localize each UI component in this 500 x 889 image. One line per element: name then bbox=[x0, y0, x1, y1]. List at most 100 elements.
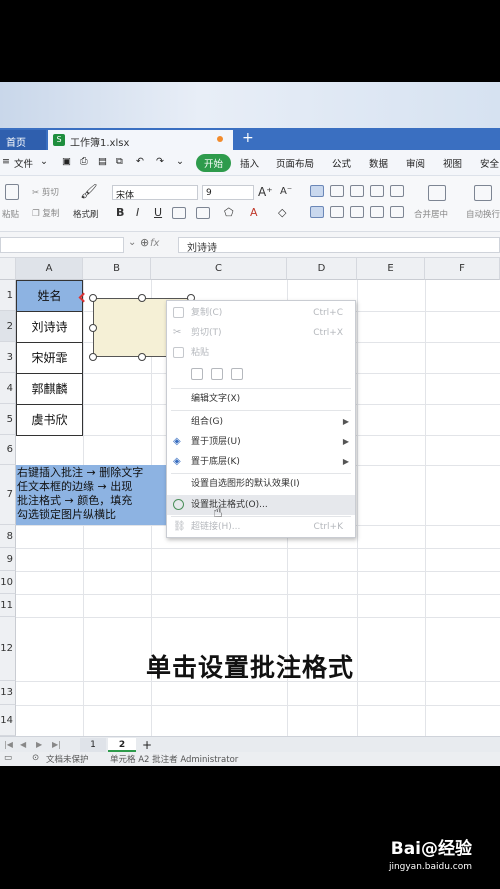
row-header-6[interactable]: 6 bbox=[0, 435, 16, 465]
underline-icon[interactable]: U bbox=[154, 206, 162, 219]
menu-view[interactable]: 视图 bbox=[443, 156, 462, 170]
row-header-11[interactable]: 11 bbox=[0, 594, 16, 617]
menu-start[interactable]: 开始 bbox=[196, 154, 232, 172]
prev-sheet-icon[interactable]: ◀ bbox=[20, 738, 26, 752]
align-top-right-icon[interactable] bbox=[350, 185, 364, 197]
ctx-cut[interactable]: ✂ 剪切(T) Ctrl+X bbox=[167, 323, 355, 343]
align-top-left-icon[interactable] bbox=[310, 185, 324, 197]
row-header-3[interactable]: 3 bbox=[0, 342, 16, 373]
align-center-icon[interactable] bbox=[330, 206, 344, 218]
ctx-copy[interactable]: 复制(C) Ctrl+C bbox=[167, 303, 355, 323]
eraser-icon[interactable]: ◇ bbox=[278, 206, 286, 219]
export-icon[interactable]: ⧉ bbox=[116, 156, 123, 167]
resize-handle[interactable] bbox=[138, 353, 146, 361]
ctx-bring-to-front[interactable]: ◈ 置于顶层(U) ▶ bbox=[167, 432, 355, 452]
ctx-send-to-back[interactable]: ◈ 置于底层(K) ▶ bbox=[167, 452, 355, 472]
paste-option-icon[interactable] bbox=[231, 368, 243, 380]
hamburger-icon[interactable]: ≡ bbox=[2, 156, 10, 167]
font-name-select[interactable]: 宋体 bbox=[112, 185, 198, 201]
decrease-font-icon[interactable]: A⁻ bbox=[280, 186, 292, 197]
resize-handle[interactable] bbox=[89, 353, 97, 361]
cell-a5[interactable]: 虞书欣 bbox=[16, 404, 83, 436]
row-header-10[interactable]: 10 bbox=[0, 571, 16, 594]
menu-page-layout[interactable]: 页面布局 bbox=[276, 156, 314, 170]
paste-button[interactable]: 粘贴 bbox=[2, 208, 19, 220]
paste-option-icon[interactable] bbox=[191, 368, 203, 380]
ctx-group[interactable]: 组合(G) ▶ bbox=[167, 412, 355, 432]
border-icon[interactable] bbox=[172, 207, 186, 219]
fill-color-icon[interactable] bbox=[196, 207, 210, 219]
align-justify-icon[interactable] bbox=[370, 206, 384, 218]
row-header-1[interactable]: 1 bbox=[0, 280, 16, 311]
col-header-f[interactable]: F bbox=[425, 258, 500, 280]
first-sheet-icon[interactable]: |◀ bbox=[4, 738, 13, 752]
distribute-icon[interactable] bbox=[390, 206, 404, 218]
menu-review[interactable]: 审阅 bbox=[406, 156, 425, 170]
align-top-extra-icon[interactable] bbox=[390, 185, 404, 197]
wrap-text-button[interactable]: 自动换行 bbox=[466, 208, 500, 220]
row-header-9[interactable]: 9 bbox=[0, 548, 16, 571]
col-header-b[interactable]: B bbox=[83, 258, 151, 280]
fx-icon[interactable]: fx bbox=[150, 238, 159, 249]
font-size-select[interactable]: 9 bbox=[202, 185, 254, 200]
wrap-text-icon[interactable] bbox=[474, 185, 492, 201]
undo-icon[interactable]: ↶ bbox=[136, 156, 144, 167]
shape-icon[interactable]: ⬠ bbox=[224, 206, 234, 219]
cell-a4[interactable]: 郭麒麟 bbox=[16, 373, 83, 405]
merge-center-button[interactable]: 合并居中 bbox=[414, 208, 448, 220]
align-right-icon[interactable] bbox=[350, 206, 364, 218]
bold-icon[interactable]: B bbox=[116, 206, 124, 219]
increase-font-icon[interactable]: A⁺ bbox=[258, 185, 273, 199]
align-top-justify-icon[interactable] bbox=[370, 185, 384, 197]
col-header-d[interactable]: D bbox=[287, 258, 357, 280]
row-header-13[interactable]: 13 bbox=[0, 681, 16, 705]
cut-button[interactable]: ✂ 剪切 bbox=[32, 186, 59, 198]
menu-data[interactable]: 数据 bbox=[369, 156, 388, 170]
tab-home[interactable]: 首页 bbox=[0, 130, 46, 150]
cell-a1[interactable]: 姓名 bbox=[16, 280, 83, 312]
menu-file[interactable]: 文件 bbox=[14, 156, 33, 170]
sheet-tab-1[interactable]: 1 bbox=[80, 738, 106, 752]
corner-select-all[interactable] bbox=[0, 258, 16, 280]
ctx-set-default-shape[interactable]: 设置自选图形的默认效果(I) bbox=[167, 474, 355, 494]
sheet-tab-2[interactable]: 2 bbox=[108, 738, 136, 752]
chevron-down-icon[interactable]: ⌄ bbox=[40, 156, 48, 167]
zoom-search-icon[interactable]: ⊕ bbox=[140, 236, 149, 249]
col-header-e[interactable]: E bbox=[357, 258, 425, 280]
menu-formula[interactable]: 公式 bbox=[332, 156, 351, 170]
cell-a2[interactable]: 刘诗诗 bbox=[16, 311, 83, 343]
row-header-2[interactable]: 2 bbox=[0, 311, 16, 342]
print-icon[interactable]: ⎙ bbox=[80, 156, 88, 167]
row-header-7[interactable]: 7 bbox=[0, 465, 16, 525]
row-header-14[interactable]: 14 bbox=[0, 705, 16, 736]
align-left-icon[interactable] bbox=[310, 206, 324, 218]
italic-icon[interactable]: I bbox=[136, 206, 139, 219]
doc-protection-status[interactable]: 文档未保护 bbox=[46, 753, 89, 765]
resize-handle[interactable] bbox=[138, 294, 146, 302]
paste-option-icon[interactable] bbox=[211, 368, 223, 380]
format-painter-icon[interactable]: 🖌 bbox=[80, 184, 98, 200]
tab-workbook[interactable]: S 工作簿1.xlsx bbox=[48, 130, 233, 150]
formula-input[interactable]: 刘诗诗 bbox=[178, 237, 500, 254]
paste-icon[interactable] bbox=[5, 184, 19, 200]
menu-insert[interactable]: 插入 bbox=[240, 156, 259, 170]
chevron-down-icon[interactable]: ⌄ bbox=[128, 237, 136, 248]
ctx-format-comment[interactable]: 设置批注格式(O)... bbox=[167, 495, 355, 515]
resize-handle[interactable] bbox=[89, 294, 97, 302]
ctx-hyperlink[interactable]: ⛓ 超链接(H)... Ctrl+K bbox=[167, 517, 355, 537]
ctx-edit-text[interactable]: 编辑文字(X) bbox=[167, 389, 355, 409]
resize-handle[interactable] bbox=[89, 324, 97, 332]
col-header-c[interactable]: C bbox=[151, 258, 287, 280]
last-sheet-icon[interactable]: ▶| bbox=[52, 738, 61, 752]
add-sheet-button[interactable]: + bbox=[140, 738, 154, 752]
print-preview-icon[interactable]: ▤ bbox=[98, 156, 107, 167]
next-sheet-icon[interactable]: ▶ bbox=[36, 738, 42, 752]
redo-icon[interactable]: ↷ bbox=[156, 156, 164, 167]
font-color-icon[interactable]: A bbox=[250, 206, 258, 219]
ctx-paste[interactable]: 粘贴 bbox=[167, 343, 355, 363]
cell-a3[interactable]: 宋妍霏 bbox=[16, 342, 83, 374]
align-top-center-icon[interactable] bbox=[330, 185, 344, 197]
more-icon[interactable]: ⌄ bbox=[176, 156, 184, 167]
merge-icon[interactable] bbox=[428, 185, 446, 201]
row-header-4[interactable]: 4 bbox=[0, 373, 16, 404]
